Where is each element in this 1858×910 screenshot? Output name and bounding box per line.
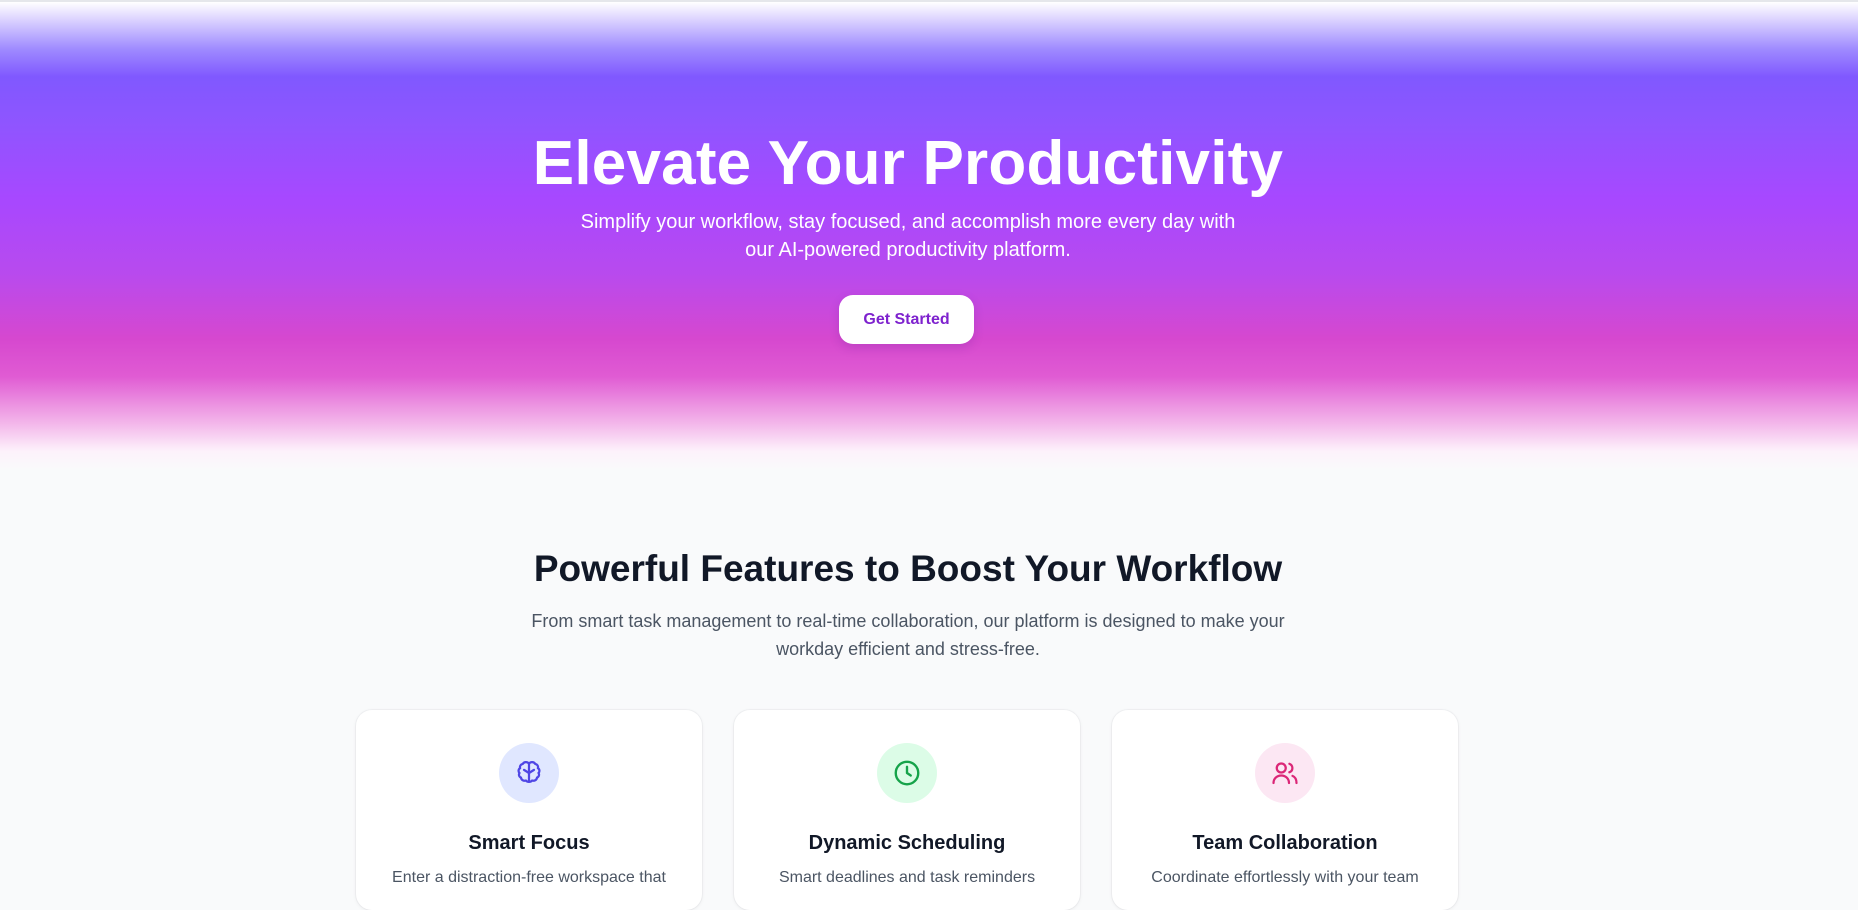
features-subtitle: From smart task management to real-time … [0, 607, 1816, 663]
feature-card-team-collaboration: Team Collaboration Coordinate effortless… [1112, 710, 1458, 910]
features-title: Powerful Features to Boost Your Workflow [533, 548, 1283, 589]
get-started-button[interactable]: Get Started [839, 295, 974, 344]
feature-card-dynamic-scheduling: Dynamic Scheduling Smart deadlines and t… [734, 710, 1080, 910]
feature-card-smart-focus: Smart Focus Enter a distraction-free wor… [356, 710, 702, 910]
card-description: Coordinate effortlessly with your team [1151, 869, 1419, 886]
clock-icon [877, 743, 937, 803]
card-description: Enter a distraction-free workspace that [392, 869, 666, 886]
hero-subtitle-line: our AI-powered productivity platform. [745, 239, 1071, 261]
hero-subtitle: Simplify your workflow, stay focused, an… [0, 208, 1816, 264]
card-title: Smart Focus [468, 832, 590, 854]
users-icon [1255, 743, 1315, 803]
card-description: Smart deadlines and task reminders [778, 869, 1036, 886]
features-subtitle-line: From smart task management to real-time … [531, 611, 1285, 631]
hero-subtitle-line: Simplify your workflow, stay focused, an… [580, 211, 1236, 233]
hero-section: Elevate Your Productivity Simplify your … [0, 2, 1858, 470]
features-subtitle-line: workday efficient and stress-free. [776, 639, 1040, 659]
card-title: Dynamic Scheduling [808, 832, 1006, 854]
card-title: Team Collaboration [1192, 832, 1378, 854]
brain-icon [499, 743, 559, 803]
hero-title: Elevate Your Productivity [532, 129, 1284, 198]
